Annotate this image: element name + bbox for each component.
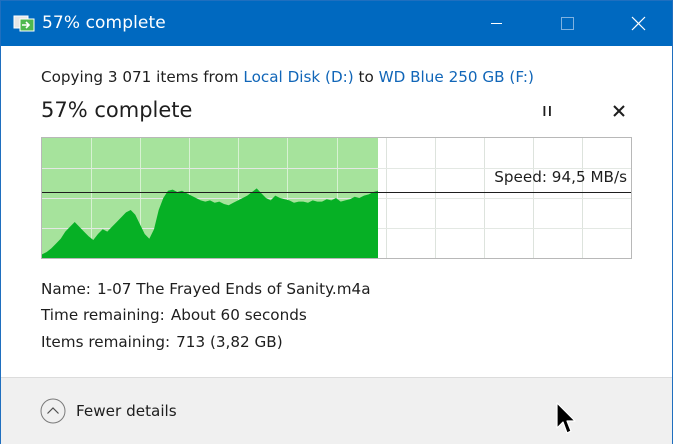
copy-summary-to: to: [358, 68, 374, 86]
minimize-button[interactable]: [471, 1, 525, 46]
fewer-details-label: Fewer details: [76, 402, 177, 420]
mouse-cursor-icon: [556, 402, 576, 434]
file-copy-icon: [13, 15, 35, 32]
time-remaining-value: About 60 seconds: [170, 306, 307, 324]
progress-heading: 57% complete: [41, 98, 193, 122]
time-remaining-label: Time remaining:: [41, 306, 165, 324]
close-icon: [631, 16, 646, 31]
title-bar[interactable]: 57% complete: [1, 1, 672, 46]
fewer-details-button[interactable]: Fewer details: [40, 397, 177, 425]
maximize-icon: [561, 17, 574, 30]
pause-button[interactable]: [534, 97, 562, 125]
speed-label: Speed: 94,5 MB/s: [494, 168, 627, 186]
chevron-up-icon: [40, 398, 66, 424]
pause-icon: [543, 106, 551, 116]
name-label: Name:: [41, 280, 91, 298]
window-close-button[interactable]: [611, 1, 665, 46]
detail-items-row: Items remaining: 713 (3,82 GB): [41, 332, 283, 352]
minimize-icon: [491, 23, 502, 24]
close-icon: [613, 105, 625, 117]
cancel-button[interactable]: [605, 97, 633, 125]
copy-summary-prefix: Copying 3 071 items from: [41, 68, 239, 86]
window-title: 57% complete: [42, 13, 166, 33]
maximize-button[interactable]: [541, 1, 595, 46]
items-remaining-value: 713 (3,82 GB): [176, 333, 283, 351]
detail-name-row: Name: 1-07 The Frayed Ends of Sanity.m4a: [41, 279, 371, 299]
name-value: 1-07 The Frayed Ends of Sanity.m4a: [96, 280, 371, 298]
source-link[interactable]: Local Disk (D:): [243, 68, 353, 86]
items-remaining-label: Items remaining:: [41, 333, 171, 351]
destination-link[interactable]: WD Blue 250 GB (F:): [379, 68, 534, 86]
speed-graph-canvas: [42, 138, 631, 258]
transfer-speed-graph: Speed: 94,5 MB/s: [41, 137, 632, 259]
copy-progress-dialog: 57% complete Copying 3 071 items from Lo…: [0, 0, 673, 444]
detail-time-row: Time remaining: About 60 seconds: [41, 305, 307, 325]
copy-summary: Copying 3 071 items from Local Disk (D:)…: [41, 67, 534, 87]
